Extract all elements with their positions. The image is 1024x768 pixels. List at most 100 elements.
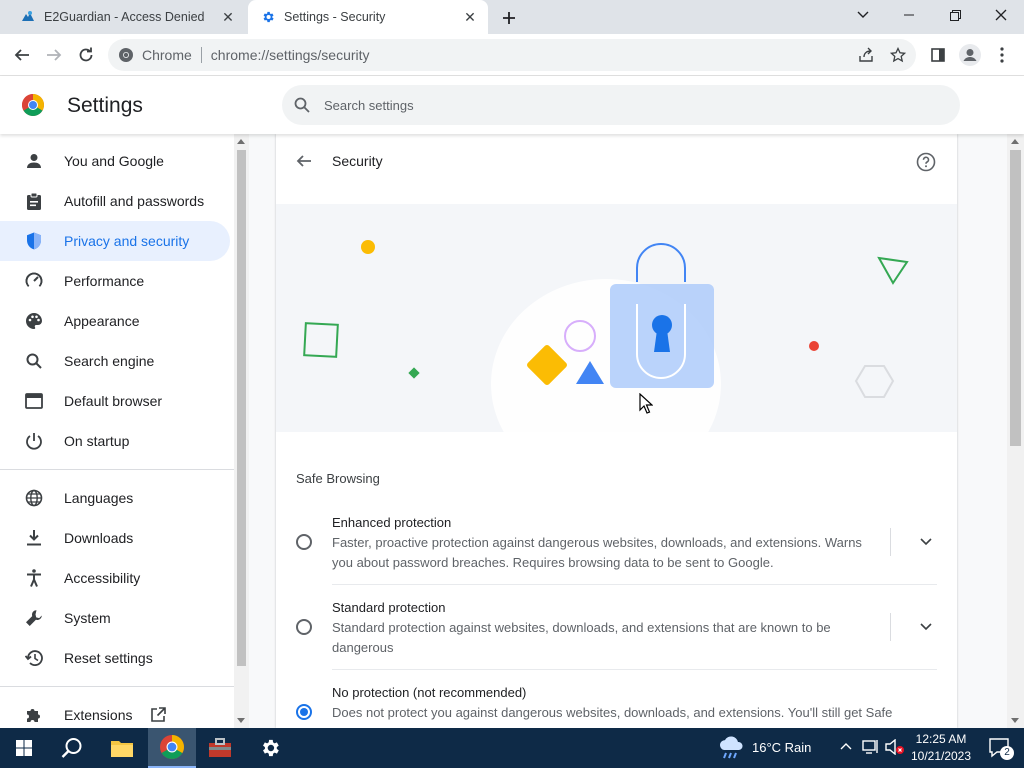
security-title: Security xyxy=(332,153,383,169)
sidebar-item-languages[interactable]: Languages xyxy=(0,478,230,518)
url-text[interactable]: chrome://settings/security xyxy=(211,47,370,63)
site-info-chip[interactable]: Chrome xyxy=(108,47,192,63)
search-settings-box[interactable] xyxy=(282,85,960,125)
expand-divider xyxy=(890,613,891,641)
sidebar-item-label: You and Google xyxy=(64,153,164,169)
toolbox-icon xyxy=(209,738,231,757)
sidebar-scrollbar[interactable] xyxy=(234,134,249,728)
enhanced-protection-radio[interactable] xyxy=(296,534,312,550)
sidebar-item-privacy-security[interactable]: Privacy and security xyxy=(0,221,230,261)
person-icon xyxy=(24,151,44,171)
standard-protection-radio[interactable] xyxy=(296,619,312,635)
scroll-up-arrow[interactable] xyxy=(1011,139,1019,144)
menu-button[interactable] xyxy=(988,41,1016,69)
clipboard-icon xyxy=(24,191,44,211)
shield-icon xyxy=(24,231,44,251)
plus-icon xyxy=(503,12,515,24)
sidebar-item-you-and-google[interactable]: You and Google xyxy=(0,141,230,181)
clock-date[interactable]: 10/21/2023 xyxy=(910,749,972,763)
sidebar-item-label: Default browser xyxy=(64,393,163,409)
restore-icon xyxy=(24,648,44,668)
tab-settings-security[interactable]: Settings - Security ✕ xyxy=(248,0,488,34)
toolbox-app-button[interactable] xyxy=(196,728,244,768)
sidebar-item-performance[interactable]: Performance xyxy=(0,261,230,301)
option-label: Standard protection xyxy=(332,600,446,615)
scroll-up-arrow[interactable] xyxy=(237,139,245,144)
search-input[interactable] xyxy=(324,97,924,113)
star-icon xyxy=(890,47,906,63)
chevron-down-icon xyxy=(920,538,932,546)
tab-search-button[interactable] xyxy=(840,0,886,30)
sidebar-item-accessibility[interactable]: Accessibility xyxy=(0,558,230,598)
browser-toolbar: Chrome chrome://settings/security xyxy=(0,34,1024,76)
help-icon[interactable] xyxy=(916,152,936,172)
external-link-icon xyxy=(150,707,167,723)
avatar-icon xyxy=(959,44,981,66)
network-icon[interactable] xyxy=(862,739,880,755)
chrome-icon xyxy=(119,48,133,62)
expand-button[interactable] xyxy=(916,532,936,552)
tab-e2guardian[interactable]: E2Guardian - Access Denied ✕ xyxy=(8,0,246,34)
folder-icon xyxy=(111,741,133,757)
sidebar-item-extensions[interactable]: Extensions xyxy=(0,695,230,728)
minimize-button[interactable] xyxy=(886,0,932,30)
file-explorer-button[interactable] xyxy=(98,728,146,768)
scrollbar-thumb[interactable] xyxy=(1010,150,1021,446)
back-button[interactable] xyxy=(8,41,36,69)
new-tab-button[interactable] xyxy=(498,7,520,29)
no-protection-option[interactable]: No protection (not recommended) Does not… xyxy=(276,679,957,728)
sidebar-item-label: Extensions xyxy=(64,707,133,723)
settings-header: Settings xyxy=(0,76,1024,134)
no-protection-radio[interactable] xyxy=(296,704,312,720)
page-scrollbar[interactable] xyxy=(1007,134,1024,728)
weather-text[interactable]: 16°C Rain xyxy=(752,740,811,755)
close-tab-icon[interactable]: ✕ xyxy=(218,7,238,27)
volume-muted-icon[interactable] xyxy=(885,739,905,755)
scroll-down-arrow[interactable] xyxy=(1011,718,1019,723)
sidebar-item-reset-settings[interactable]: Reset settings xyxy=(0,638,230,678)
close-tab-icon[interactable]: ✕ xyxy=(460,7,480,27)
back-arrow-icon[interactable] xyxy=(294,151,314,171)
row-divider xyxy=(332,669,937,670)
profile-button[interactable] xyxy=(956,41,984,69)
windows-taskbar: 16°C Rain 12:25 AM 10/21/2023 2 xyxy=(0,728,1024,768)
sidebar-item-search-engine[interactable]: Search engine xyxy=(0,341,230,381)
share-button[interactable] xyxy=(856,45,876,65)
close-window-button[interactable] xyxy=(978,0,1024,30)
expand-button[interactable] xyxy=(916,617,936,637)
browser-icon xyxy=(24,391,44,411)
option-description-line: Faster, proactive protection against dan… xyxy=(332,535,862,550)
sidebar-item-autofill[interactable]: Autofill and passwords xyxy=(0,181,230,221)
notification-center-button[interactable]: 2 xyxy=(976,728,1024,768)
scroll-down-arrow[interactable] xyxy=(237,718,245,723)
scrollbar-thumb[interactable] xyxy=(237,150,246,666)
side-panel-button[interactable] xyxy=(924,41,952,69)
omnibox-separator xyxy=(200,47,202,63)
expand-divider xyxy=(890,528,891,556)
mouse-cursor-icon xyxy=(639,393,653,414)
address-bar[interactable]: Chrome chrome://settings/security xyxy=(108,39,916,71)
site-label: Chrome xyxy=(142,47,192,63)
standard-protection-option[interactable]: Standard protection Standard protection … xyxy=(276,594,957,679)
forward-button[interactable] xyxy=(40,41,68,69)
restore-button[interactable] xyxy=(932,0,978,30)
sidebar-item-on-startup[interactable]: On startup xyxy=(0,421,230,461)
sidebar-item-appearance[interactable]: Appearance xyxy=(0,301,230,341)
chevron-up-icon[interactable] xyxy=(840,742,852,750)
safe-browsing-title: Safe Browsing xyxy=(296,471,380,486)
settings-app-button[interactable] xyxy=(246,728,294,768)
side-panel-icon xyxy=(931,48,945,62)
clock-time[interactable]: 12:25 AM xyxy=(914,732,968,746)
sidebar-item-default-browser[interactable]: Default browser xyxy=(0,381,230,421)
sidebar-item-system[interactable]: System xyxy=(0,598,230,638)
start-button[interactable] xyxy=(0,728,48,768)
gear-icon xyxy=(263,739,279,757)
chrome-taskbar-button[interactable] xyxy=(148,728,196,768)
security-header: Security xyxy=(276,134,957,188)
enhanced-protection-option[interactable]: Enhanced protection Faster, proactive pr… xyxy=(276,509,957,594)
bookmark-button[interactable] xyxy=(888,45,908,65)
reload-button[interactable] xyxy=(72,41,100,69)
option-description-line: Does not protect you against dangerous w… xyxy=(332,705,893,720)
sidebar-item-downloads[interactable]: Downloads xyxy=(0,518,230,558)
taskbar-search-button[interactable] xyxy=(48,728,96,768)
